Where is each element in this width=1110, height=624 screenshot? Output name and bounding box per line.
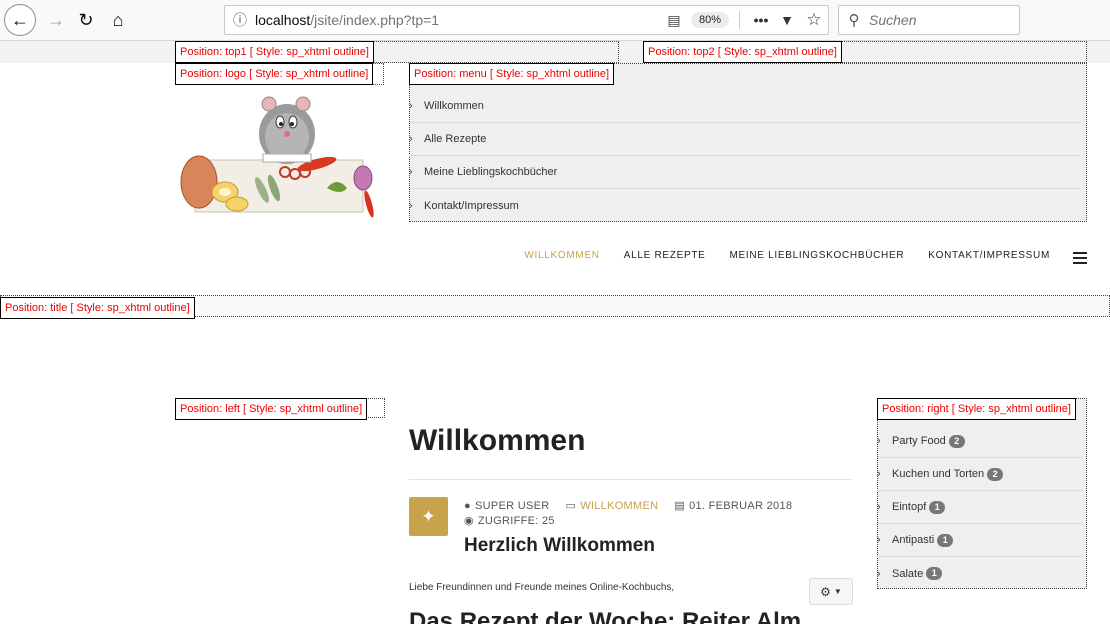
nav-link-kontakt[interactable]: KONTAKT/IMPRESSUM xyxy=(928,250,1050,261)
chevron-right-icon: › xyxy=(877,435,881,447)
page-actions-icon[interactable]: ••• xyxy=(748,12,774,28)
user-icon: ● xyxy=(464,499,471,512)
browser-toolbar: ← → ↻ ⌂ ⓘ localhost/jsite/index.php?tp=1… xyxy=(0,0,1110,41)
page: ← → ↻ ⌂ ⓘ localhost/jsite/index.php?tp=1… xyxy=(0,0,1110,624)
category-item-salate[interactable]: › Salate 1 xyxy=(877,557,1083,590)
hits: ◉ ZUGRIFFE: 25 xyxy=(464,514,555,527)
chevron-right-icon: › xyxy=(409,199,413,212)
article-title: Willkommen xyxy=(409,424,586,457)
category-item-antipasti[interactable]: › Antipasti 1 xyxy=(877,524,1083,557)
position-label-logo: Position: logo [ Style: sp_xhtml outline… xyxy=(175,63,374,85)
url-bar[interactable]: ⓘ localhost/jsite/index.php?tp=1 ▤ 80% •… xyxy=(224,5,829,35)
category[interactable]: ▭ WILLKOMMEN xyxy=(565,499,658,512)
nav-link-lieblingskochbuecher[interactable]: MEINE LIEBLINGSKOCHBÜCHER xyxy=(730,250,905,261)
chevron-right-icon: › xyxy=(409,133,413,145)
pocket-icon[interactable]: ▼ xyxy=(774,12,800,28)
forward-arrow-icon[interactable]: → xyxy=(40,4,72,36)
url-path: /jsite/index.php?tp=1 xyxy=(310,12,440,28)
menu-item-label: Kontakt/Impressum xyxy=(424,199,519,212)
gear-icon: ⚙ xyxy=(820,584,831,599)
position-label-menu: Position: menu [ Style: sp_xhtml outline… xyxy=(409,63,615,85)
position-label-top1: Position: top1 [ Style: sp_xhtml outline… xyxy=(175,41,374,63)
bookmark-star-icon[interactable]: ☆ xyxy=(800,10,828,30)
search-placeholder: Suchen xyxy=(869,12,917,28)
hits-text: ZUGRIFFE: 25 xyxy=(477,515,555,527)
zoom-indicator[interactable]: 80% xyxy=(690,12,729,28)
category-label: Antipasti xyxy=(892,534,935,546)
folder-icon: ▭ xyxy=(565,500,577,512)
pin-icon: ✦ xyxy=(409,497,448,536)
category-label: Party Food xyxy=(892,435,946,447)
menu-item-alle-rezepte[interactable]: › Alle Rezepte xyxy=(409,123,1081,156)
menu-item-willkommen[interactable]: › Willkommen xyxy=(409,90,1081,123)
calendar-icon: ▤ xyxy=(674,500,686,512)
date-text: 01. FEBRUAR 2018 xyxy=(689,500,793,512)
article-meta: ● SUPER USER ▭ WILLKOMMEN ▤ 01. FEBRUAR 201… xyxy=(464,498,792,528)
menu-item-kontakt[interactable]: › Kontakt/Impressum xyxy=(409,189,1081,222)
menu-item-lieblingskochbuecher[interactable]: › Meine Lieblingskochbücher xyxy=(409,156,1081,189)
chevron-right-icon: › xyxy=(877,534,881,546)
position-label-right: Position: right [ Style: sp_xhtml outlin… xyxy=(877,398,1076,420)
search-input[interactable]: ⚲ Suchen xyxy=(838,5,1020,35)
caret-down-icon: ▼ xyxy=(833,587,842,596)
home-icon[interactable]: ⌂ xyxy=(102,4,134,36)
count-badge: 1 xyxy=(937,533,954,547)
publish-date: ▤ 01. FEBRUAR 2018 xyxy=(674,499,792,512)
category-label: Eintopf xyxy=(892,501,927,513)
reload-icon[interactable]: ↻ xyxy=(70,4,102,36)
chevron-right-icon: › xyxy=(409,100,413,112)
main-nav: WILLKOMMEN ALLE REZEPTE MEINE LIEBLINGSK… xyxy=(524,250,1050,261)
menu-list: › Willkommen › Alle Rezepte › Meine Lieblin… xyxy=(409,90,1081,222)
hamburger-menu-icon[interactable] xyxy=(1073,252,1087,267)
back-arrow-icon[interactable]: ← xyxy=(4,4,36,36)
category-item-kuchen[interactable]: › Kuchen und Torten 2 xyxy=(877,458,1083,491)
menu-item-label: Alle Rezepte xyxy=(424,133,487,145)
author-name: SUPER USER xyxy=(474,499,550,512)
nav-link-willkommen[interactable]: WILLKOMMEN xyxy=(524,250,599,261)
eye-icon: ◉ xyxy=(464,515,474,527)
count-badge: 2 xyxy=(948,434,965,448)
count-badge: 1 xyxy=(926,567,943,580)
category-item-party-food[interactable]: › Party Food 2 xyxy=(877,425,1083,458)
article-divider xyxy=(409,479,852,480)
category-link[interactable]: WILLKOMMEN xyxy=(580,500,658,512)
article-subtitle: Herzlich Willkommen xyxy=(464,535,655,556)
category-label: Salate xyxy=(892,567,924,580)
recipe-of-week-heading: Das Rezept der Woche: Reiter Alm xyxy=(409,608,802,624)
article-intro: Liebe Freundinnen und Freunde meines Onl… xyxy=(409,582,675,593)
count-badge: 1 xyxy=(929,500,946,514)
category-list: › Party Food 2 › Kuchen und Torten 2 › Eintop… xyxy=(877,425,1083,590)
position-label-top2: Position: top2 [ Style: sp_xhtml outline… xyxy=(643,41,842,63)
url-separator xyxy=(739,11,740,29)
article-tools-button[interactable]: ⚙ ▼ xyxy=(809,578,853,605)
chevron-right-icon: › xyxy=(877,501,881,513)
count-badge: 2 xyxy=(987,467,1004,481)
category-label: Kuchen und Torten xyxy=(892,468,985,480)
reader-view-icon[interactable]: ▤ xyxy=(661,12,687,29)
nav-link-alle-rezepte[interactable]: ALLE REZEPTE xyxy=(624,250,706,261)
url-host: localhost xyxy=(255,12,311,28)
chevron-right-icon: › xyxy=(877,468,881,480)
position-label-left: Position: left [ Style: sp_xhtml outline… xyxy=(175,398,368,420)
author: ● SUPER USER xyxy=(464,500,549,512)
logo-mouse-illustration[interactable] xyxy=(177,92,383,222)
position-label-title: Position: title [ Style: sp_xhtml outlin… xyxy=(0,297,195,319)
chevron-right-icon: › xyxy=(877,567,881,580)
search-icon: ⚲ xyxy=(848,12,860,29)
chevron-right-icon: › xyxy=(409,166,413,178)
menu-item-label: Willkommen xyxy=(424,100,484,112)
menu-item-label: Meine Lieblingskochbücher xyxy=(424,166,558,178)
category-item-eintopf[interactable]: › Eintopf 1 xyxy=(877,491,1083,524)
site-info-icon[interactable]: ⓘ xyxy=(225,10,255,30)
